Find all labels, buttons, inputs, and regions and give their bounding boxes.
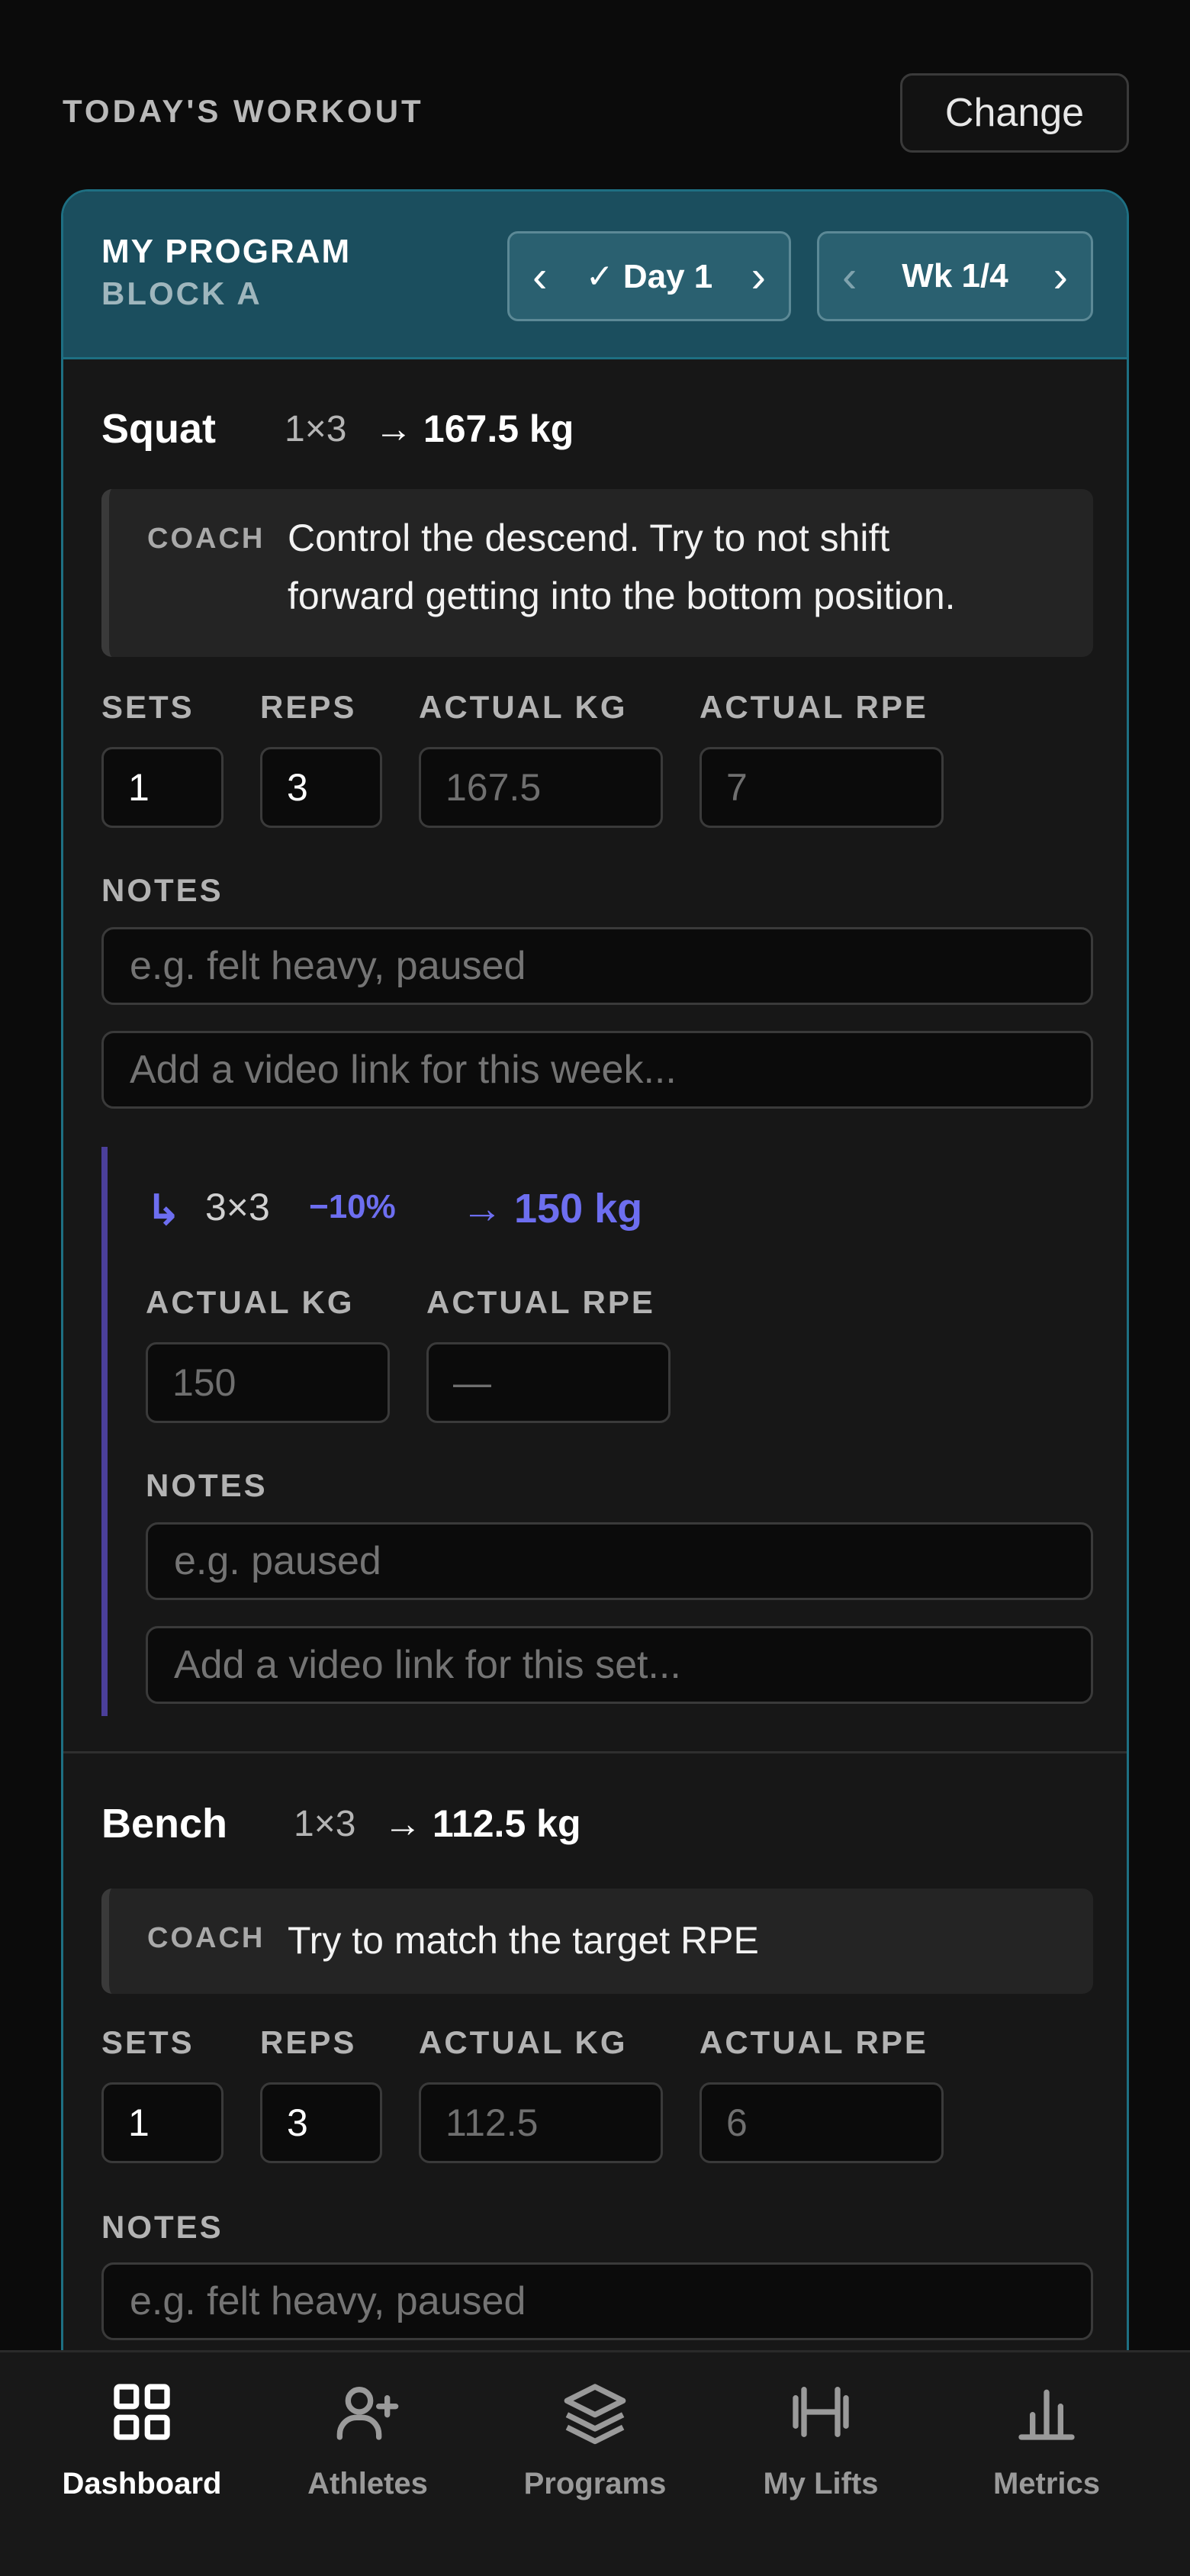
day-label[interactable]: ✓ Day 1 [586, 257, 713, 296]
sets-input[interactable]: 1 [101, 2082, 224, 2163]
actual-rpe-input[interactable]: 7 [700, 747, 944, 828]
backoff-scheme: 3×3 [205, 1186, 270, 1228]
notes-label: NOTES [101, 872, 224, 908]
actual-rpe-label: ACTUAL RPE [700, 689, 928, 725]
notes-label: NOTES [101, 2209, 224, 2245]
reps-input[interactable]: 3 [260, 747, 382, 828]
actual-kg-input[interactable]: 112.5 [419, 2082, 663, 2163]
exercise-name: Squat [101, 406, 217, 452]
nav-label: Athletes [307, 2467, 428, 2500]
backoff-set: ↳ 3×3 −10% → 150 kg ACTUAL KG ACTUAL RPE… [101, 1147, 1093, 1716]
nav-label: My Lifts [763, 2467, 879, 2500]
sets-input[interactable]: 1 [101, 747, 224, 828]
user-plus-icon [336, 2387, 399, 2440]
backoff-target: → 150 kg [462, 1186, 643, 1232]
coach-note: COACH Try to match the target RPE [101, 1889, 1093, 1994]
backoff-notes-label: NOTES [146, 1467, 268, 1503]
backoff-arrow-icon: ↳ [146, 1186, 182, 1234]
day-next-chevron-icon[interactable]: › [751, 251, 766, 302]
nav-label: Programs [523, 2467, 667, 2500]
change-button[interactable]: Change [900, 73, 1129, 153]
actual-kg-input[interactable]: 167.5 [419, 747, 663, 828]
coach-note-text: Try to match the target RPE [288, 1919, 759, 1962]
program-header: MY PROGRAM BLOCK A ‹ ✓ Day 1 › ‹ Wk 1/4 … [63, 192, 1127, 359]
notes-input[interactable]: e.g. felt heavy, paused [101, 2262, 1093, 2340]
actual-kg-label: ACTUAL KG [419, 2024, 628, 2060]
week-selector: ‹ Wk 1/4 › [817, 231, 1093, 321]
workout-screen: TODAY'S WORKOUT Change MY PROGRAM BLOCK … [0, 0, 1190, 2576]
coach-note-line: forward getting into the bottom position… [288, 575, 956, 617]
program-card: MY PROGRAM BLOCK A ‹ ✓ Day 1 › ‹ Wk 1/4 … [61, 189, 1129, 2402]
barbell-icon [793, 2387, 849, 2437]
layers-icon [564, 2384, 626, 2445]
actual-rpe-label: ACTUAL RPE [700, 2024, 928, 2060]
nav-label: Metrics [992, 2467, 1101, 2500]
nav-athletes[interactable]: Athletes [253, 2378, 482, 2546]
week-next-chevron-icon[interactable]: › [1053, 251, 1068, 302]
nav-dashboard[interactable]: Dashboard [27, 2378, 256, 2546]
nav-metrics[interactable]: Metrics [932, 2378, 1161, 2546]
day-selector: ‹ ✓ Day 1 › [507, 231, 791, 321]
coach-label: COACH [147, 1922, 265, 1954]
exercise-target: → 112.5 kg [384, 1802, 581, 1845]
exercise-target: → 167.5 kg [375, 407, 574, 450]
backoff-actual-kg-input[interactable]: 150 [146, 1342, 390, 1423]
coach-note-line: Control the descend. Try to not shift [288, 517, 890, 559]
bar-chart-icon [1018, 2389, 1075, 2440]
exercise-name: Bench [101, 1801, 228, 1847]
sets-label: SETS [101, 689, 195, 725]
exercise-scheme: 1×3 [294, 1804, 356, 1844]
video-link-input[interactable]: Add a video link for this week... [101, 1031, 1093, 1109]
exercise-divider [63, 1751, 1127, 1753]
backoff-actual-kg-label: ACTUAL KG [146, 1284, 355, 1320]
week-label[interactable]: Wk 1/4 [902, 257, 1008, 295]
reps-label: REPS [260, 689, 357, 725]
nav-label: Dashboard [62, 2467, 222, 2500]
backoff-notes-input[interactable]: e.g. paused [146, 1522, 1093, 1600]
coach-label: COACH [147, 523, 265, 555]
grid-icon [114, 2384, 170, 2440]
page-title: TODAY'S WORKOUT [63, 93, 424, 129]
backoff-percent: −10% [309, 1188, 396, 1225]
sets-label: SETS [101, 2024, 195, 2060]
coach-note: COACH Control the descend. Try to not sh… [101, 489, 1093, 657]
actual-kg-label: ACTUAL KG [419, 689, 628, 725]
actual-rpe-input[interactable]: 6 [700, 2082, 944, 2163]
day-prev-chevron-icon[interactable]: ‹ [532, 251, 547, 302]
backoff-actual-rpe-input[interactable]: — [426, 1342, 671, 1423]
coach-note-text: Control the descend. Try to not shift fo… [288, 509, 956, 625]
nav-my-lifts[interactable]: My Lifts [706, 2378, 935, 2546]
program-block: BLOCK A [101, 275, 262, 311]
reps-label: REPS [260, 2024, 357, 2060]
week-prev-chevron-icon[interactable]: ‹ [842, 251, 857, 302]
backoff-video-link-input[interactable]: Add a video link for this set... [146, 1626, 1093, 1704]
nav-programs[interactable]: Programs [481, 2378, 709, 2546]
notes-input[interactable]: e.g. felt heavy, paused [101, 927, 1093, 1005]
program-name: MY PROGRAM [101, 233, 352, 270]
bottom-nav: Dashboard Athletes Programs My Lifts Met… [0, 2350, 1190, 2576]
exercise-scheme: 1×3 [285, 409, 347, 449]
reps-input[interactable]: 3 [260, 2082, 382, 2163]
backoff-actual-rpe-label: ACTUAL RPE [426, 1284, 655, 1320]
